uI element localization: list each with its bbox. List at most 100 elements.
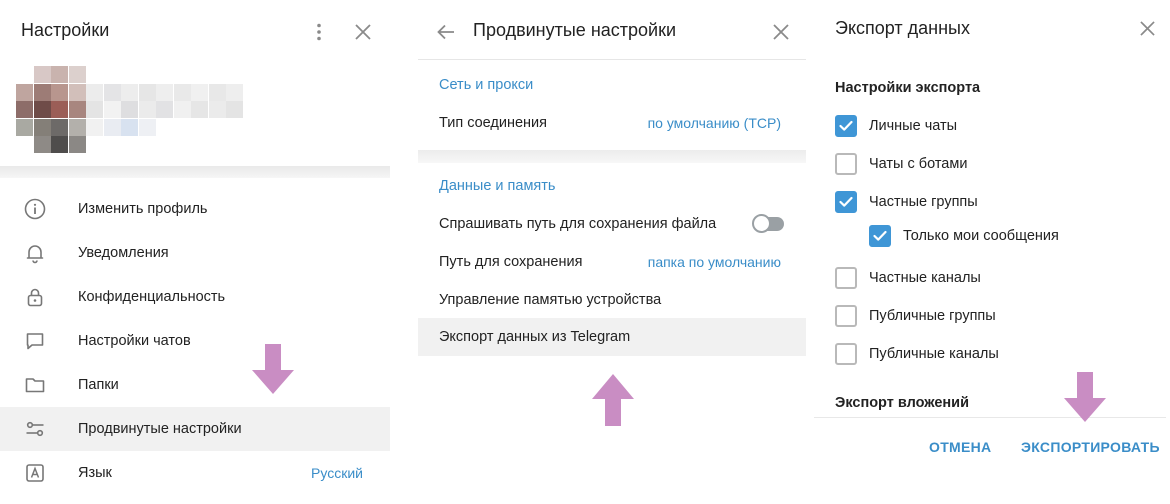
export-option-row[interactable]: Частные каналы: [835, 264, 981, 292]
ask-save-path-row[interactable]: Спрашивать путь для сохранения файла: [418, 205, 806, 243]
settings-header: Настройки: [0, 0, 390, 60]
connection-type-row[interactable]: Тип соединения по умолчанию (TCP): [418, 104, 806, 142]
menu-item-lock[interactable]: Конфиденциальность: [0, 275, 390, 319]
settings-panel: Настройки Изменить профиль Уведомления Кон…: [0, 0, 390, 504]
avatar-pixel: [208, 83, 226, 101]
avatar-pixel: [33, 118, 51, 136]
export-settings-title: Настройки экспорта: [835, 80, 981, 96]
menu-item-info[interactable]: Изменить профиль: [0, 187, 390, 231]
checkbox-unchecked[interactable]: [835, 305, 857, 327]
avatar-pixel: [103, 83, 121, 101]
avatar-pixel: [191, 101, 208, 118]
avatar-pixel: [51, 136, 68, 153]
export-data-label: Экспорт данных из Telegram: [439, 329, 631, 345]
avatar-pixel: [191, 83, 208, 101]
lock-icon: [24, 286, 46, 308]
section-divider: [418, 150, 806, 163]
menu-item-label: Изменить профиль: [78, 201, 208, 217]
avatar-pixel: [68, 118, 86, 136]
hint-arrow-up-icon: [592, 374, 634, 431]
avatar-pixel: [68, 136, 86, 153]
avatar-pixel: [68, 101, 86, 118]
export-header: Экспорт данных: [814, 0, 1166, 60]
advanced-settings-panel: Продвинутые настройки Сеть и прокси Тип …: [418, 0, 806, 504]
close-icon[interactable]: [1135, 16, 1159, 40]
avatar-pixel: [103, 101, 121, 118]
export-option-label: Только мои сообщения: [903, 228, 1059, 244]
footer-divider: [814, 417, 1166, 418]
checkbox-unchecked[interactable]: [835, 153, 857, 175]
export-option-label: Чаты с ботами: [869, 156, 968, 172]
menu-item-sliders[interactable]: Продвинутые настройки: [0, 407, 390, 451]
avatar-pixel: [33, 83, 51, 101]
avatar-pixel: [33, 66, 51, 83]
avatar-pixel: [121, 118, 138, 136]
export-option-row[interactable]: Частные группы: [835, 188, 978, 216]
advanced-header: Продвинутые настройки: [418, 0, 806, 60]
header-divider: [418, 59, 806, 60]
export-option-label: Личные чаты: [869, 118, 958, 134]
save-path-row[interactable]: Путь для сохранения папка по умолчанию: [418, 243, 806, 281]
menu-item-bell[interactable]: Уведомления: [0, 231, 390, 275]
export-option-label: Публичные группы: [869, 308, 996, 324]
checkbox-checked[interactable]: [835, 115, 857, 137]
export-option-row[interactable]: Публичные группы: [835, 302, 996, 330]
avatar-pixel: [68, 83, 86, 101]
checkmark-icon: [839, 120, 853, 132]
chat-bubble-icon: [24, 330, 46, 352]
ask-save-path-toggle[interactable]: [752, 214, 784, 233]
avatar-pixel: [226, 83, 243, 101]
export-data-row[interactable]: Экспорт данных из Telegram: [418, 318, 806, 356]
avatar-pixel: [33, 136, 51, 153]
avatar-pixel: [138, 83, 156, 101]
avatar[interactable]: [16, 66, 246, 156]
hint-arrow-down-icon: [1064, 372, 1106, 427]
storage-management-row[interactable]: Управление памятью устройства: [418, 281, 806, 319]
checkbox-unchecked[interactable]: [835, 267, 857, 289]
menu-item-label: Конфиденциальность: [78, 289, 226, 305]
menu-item-chat-bubble[interactable]: Настройки чатов: [0, 319, 390, 363]
checkbox-unchecked[interactable]: [835, 343, 857, 365]
close-icon[interactable]: [769, 20, 793, 44]
ask-save-path-label: Спрашивать путь для сохранения файла: [439, 216, 717, 232]
avatar-pixel: [121, 83, 138, 101]
bell-icon: [24, 242, 46, 264]
checkbox-checked[interactable]: [869, 225, 891, 247]
folder-icon: [24, 374, 46, 396]
sliders-icon: [24, 418, 46, 440]
section-divider: [0, 166, 390, 178]
menu-item-folder[interactable]: Папки: [0, 363, 390, 407]
checkmark-icon: [839, 196, 853, 208]
avatar-pixel: [86, 118, 103, 136]
avatar-pixel: [208, 101, 226, 118]
export-data-panel: Экспорт данных Настройки экспорта Личные…: [814, 0, 1166, 504]
avatar-pixel: [68, 66, 86, 83]
avatar-pixel: [51, 83, 68, 101]
vertical-dots-icon[interactable]: [307, 20, 331, 44]
checkbox-checked[interactable]: [835, 191, 857, 213]
checkmark-icon: [873, 230, 887, 242]
close-icon[interactable]: [351, 20, 375, 44]
network-section-title: Сеть и прокси: [439, 77, 534, 93]
export-attachments-title: Экспорт вложений: [835, 395, 970, 411]
avatar-pixel: [226, 101, 243, 118]
back-arrow-icon[interactable]: [434, 20, 458, 44]
hint-arrow-down-icon: [252, 344, 294, 399]
export-button[interactable]: ЭКСПОРТИРОВАТЬ: [1021, 439, 1160, 455]
avatar-pixel: [51, 101, 68, 118]
avatar-pixel: [173, 101, 191, 118]
avatar-pixel: [16, 83, 33, 101]
export-option-row[interactable]: Личные чаты: [835, 112, 957, 140]
avatar-pixel: [86, 83, 103, 101]
avatar-pixel: [103, 118, 121, 136]
export-option-label: Частные каналы: [869, 270, 981, 286]
cancel-button[interactable]: ОТМЕНА: [929, 439, 991, 455]
export-title: Экспорт данных: [835, 18, 970, 38]
export-option-row[interactable]: Публичные каналы: [835, 340, 999, 368]
menu-item-label: Уведомления: [78, 245, 169, 261]
menu-item-language[interactable]: Язык Русский: [0, 451, 390, 495]
menu-item-value: Русский: [311, 465, 363, 481]
export-option-row[interactable]: Чаты с ботами: [835, 150, 967, 178]
export-option-row[interactable]: Только мои сообщения: [869, 222, 1059, 250]
avatar-pixel: [121, 101, 138, 118]
